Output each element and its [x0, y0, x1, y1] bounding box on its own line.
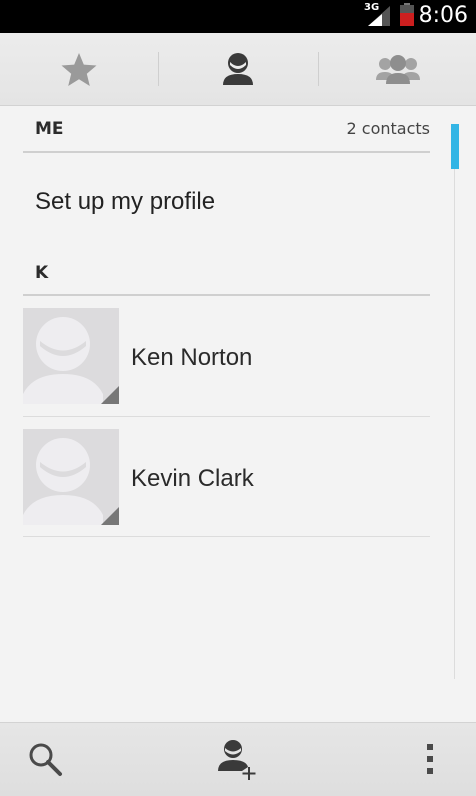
person-icon	[223, 53, 253, 85]
overflow-menu-button[interactable]	[410, 723, 450, 795]
section-title: ME	[35, 119, 64, 139]
scrollbar-track	[454, 169, 455, 679]
section-title: K	[35, 263, 49, 283]
group-icon	[376, 55, 420, 84]
avatar-placeholder-icon	[23, 308, 119, 404]
tab-contacts[interactable]	[159, 33, 317, 105]
tab-favorites[interactable]	[0, 33, 158, 105]
contact-name: Kevin Clark	[131, 465, 254, 492]
profile-label: Set up my profile	[35, 188, 216, 215]
clock: 8:06	[418, 3, 468, 28]
bottom-action-bar	[0, 722, 476, 796]
add-contact-button[interactable]	[203, 723, 273, 795]
avatar	[23, 429, 119, 525]
avatar	[23, 308, 119, 404]
avatar-placeholder-icon	[23, 429, 119, 525]
scrollbar-thumb[interactable]	[451, 124, 459, 169]
status-bar: 3G 8:06	[0, 0, 476, 33]
contact-list[interactable]: ME 2 contacts Set up my profile K Ken No…	[0, 106, 476, 722]
search-button[interactable]	[10, 723, 80, 795]
contact-count: 2 contacts	[346, 119, 430, 138]
overflow-menu-icon	[427, 744, 433, 774]
tab-groups[interactable]	[319, 33, 476, 105]
contact-name: Ken Norton	[131, 344, 253, 371]
add-contact-icon	[218, 740, 256, 780]
contact-item-ken-norton[interactable]: Ken Norton	[23, 297, 430, 417]
section-header-me: ME 2 contacts	[23, 116, 430, 153]
tab-bar	[0, 33, 476, 106]
battery-icon	[400, 3, 414, 26]
contact-item-kevin-clark[interactable]: Kevin Clark	[23, 417, 430, 537]
star-icon	[61, 53, 97, 86]
section-header-k: K	[23, 261, 430, 296]
setup-profile-item[interactable]: Set up my profile	[23, 166, 430, 238]
search-icon	[29, 743, 62, 776]
signal-icon	[368, 6, 390, 26]
